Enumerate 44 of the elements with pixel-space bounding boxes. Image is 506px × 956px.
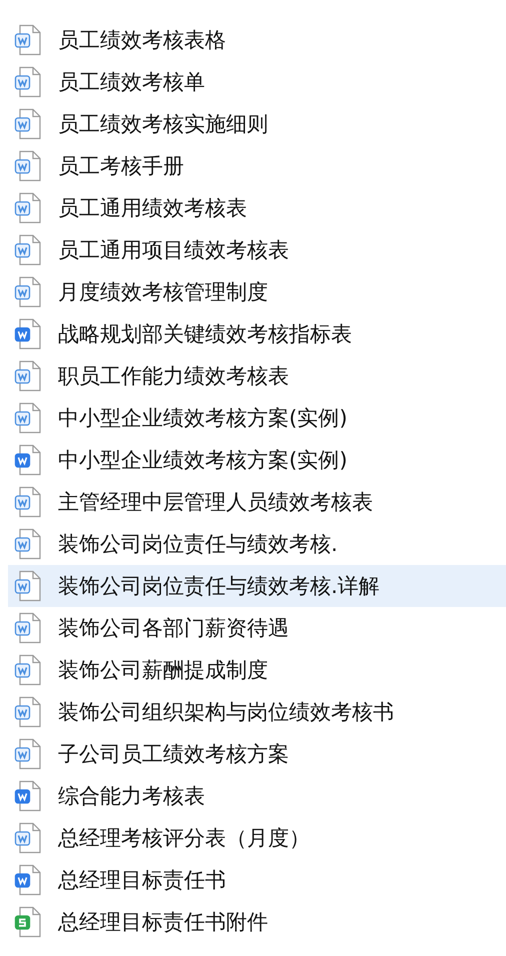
file-name: 装饰公司岗位责任与绩效考核.: [58, 531, 338, 558]
file-row[interactable]: 员工通用项目绩效考核表: [8, 229, 506, 271]
file-row[interactable]: 子公司员工绩效考核方案: [8, 733, 506, 775]
file-name: 装饰公司各部门薪资待遇: [58, 615, 289, 642]
file-name: 中小型企业绩效考核方案(实例): [58, 405, 348, 432]
file-name: 月度绩效考核管理制度: [58, 279, 268, 306]
file-name: 综合能力考核表: [58, 783, 205, 810]
file-row[interactable]: 中小型企业绩效考核方案(实例): [8, 397, 506, 439]
file-name: 总经理目标责任书: [58, 867, 226, 894]
file-row[interactable]: 职员工作能力绩效考核表: [8, 355, 506, 397]
file-name: 总经理目标责任书附件: [58, 909, 268, 936]
file-row[interactable]: 总经理考核评分表（月度）: [8, 817, 506, 859]
file-row[interactable]: 员工绩效考核单: [8, 61, 506, 103]
file-row[interactable]: 装饰公司各部门薪资待遇: [8, 607, 506, 649]
file-name: 主管经理中层管理人员绩效考核表: [58, 489, 373, 516]
file-name: 员工绩效考核单: [58, 69, 205, 96]
file-row[interactable]: 员工考核手册: [8, 145, 506, 187]
file-name: 中小型企业绩效考核方案(实例): [58, 447, 348, 474]
file-row[interactable]: 员工绩效考核表格: [8, 19, 506, 61]
file-row[interactable]: 员工绩效考核实施细则: [8, 103, 506, 145]
file-row[interactable]: 装饰公司薪酬提成制度: [8, 649, 506, 691]
file-name: 子公司员工绩效考核方案: [58, 741, 289, 768]
file-name: 员工考核手册: [58, 153, 184, 180]
file-row[interactable]: 装饰公司岗位责任与绩效考核.详解: [8, 565, 506, 607]
file-name: 职员工作能力绩效考核表: [58, 363, 289, 390]
file-name: 员工通用绩效考核表: [58, 195, 247, 222]
file-row[interactable]: 中小型企业绩效考核方案(实例): [8, 439, 506, 481]
file-name: 员工绩效考核实施细则: [58, 111, 268, 138]
file-row[interactable]: 员工通用绩效考核表: [8, 187, 506, 229]
file-row[interactable]: 综合能力考核表: [8, 775, 506, 817]
file-row[interactable]: 总经理目标责任书附件: [8, 901, 506, 943]
file-row[interactable]: 总经理目标责任书: [8, 859, 506, 901]
file-row[interactable]: 月度绩效考核管理制度: [8, 271, 506, 313]
file-row[interactable]: 战略规划部关键绩效考核指标表: [8, 313, 506, 355]
file-row[interactable]: 装饰公司岗位责任与绩效考核.: [8, 523, 506, 565]
file-name: 员工通用项目绩效考核表: [58, 237, 289, 264]
file-row[interactable]: 装饰公司组织架构与岗位绩效考核书: [8, 691, 506, 733]
file-name: 战略规划部关键绩效考核指标表: [58, 321, 352, 348]
file-name: 装饰公司岗位责任与绩效考核.详解: [58, 573, 380, 600]
file-name: 装饰公司薪酬提成制度: [58, 657, 268, 684]
file-name: 总经理考核评分表（月度）: [58, 825, 310, 852]
file-row[interactable]: 主管经理中层管理人员绩效考核表: [8, 481, 506, 523]
file-name: 员工绩效考核表格: [58, 27, 226, 54]
file-name: 装饰公司组织架构与岗位绩效考核书: [58, 699, 394, 726]
